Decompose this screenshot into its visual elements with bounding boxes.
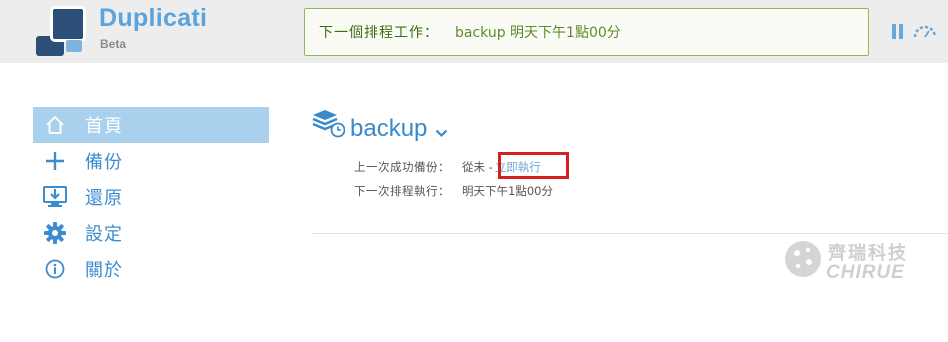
- home-icon: [35, 107, 75, 143]
- app-name: Duplicati: [99, 4, 208, 32]
- next-scheduled-run-row: 下一次排程執行： 明天下午1點00分: [352, 183, 553, 199]
- database-stack-icon: [311, 108, 346, 138]
- sidebar-nav: 首頁 備份 還原 設定 關於: [33, 107, 269, 287]
- sidebar-item-backup[interactable]: 備份: [33, 143, 269, 179]
- last-success-label: 上一次成功備份：: [354, 160, 450, 174]
- top-bar: Duplicati Beta 下一個排程工作： backup 明天下午1點00分: [0, 0, 948, 63]
- backup-job-title[interactable]: backup: [350, 113, 448, 145]
- sidebar-item-label: 備份: [85, 152, 123, 173]
- throttle-gauge-icon[interactable]: [912, 22, 938, 40]
- next-scheduled-task-banner: 下一個排程工作： backup 明天下午1點00分: [304, 8, 869, 56]
- sidebar-item-label: 關於: [85, 260, 123, 281]
- sidebar-item-restore[interactable]: 還原: [33, 179, 269, 215]
- next-run-value: 明天下午1點00分: [462, 184, 553, 198]
- backup-job-name: backup: [350, 115, 428, 142]
- chevron-down-icon: [435, 117, 448, 145]
- duplicati-logo: [36, 6, 88, 56]
- gear-icon: [35, 215, 75, 251]
- sidebar-item-label: 首頁: [85, 116, 123, 137]
- sidebar-item-home[interactable]: 首頁: [33, 107, 269, 143]
- sidebar-item-label: 設定: [85, 224, 123, 245]
- sidebar-item-label: 還原: [85, 188, 123, 209]
- next-task-label: 下一個排程工作：: [319, 25, 439, 41]
- divider: [311, 233, 948, 234]
- plus-icon: [35, 143, 75, 179]
- last-successful-backup-row: 上一次成功備份： 從未 - 立即執行: [352, 159, 541, 175]
- next-run-label: 下一次排程執行：: [354, 184, 450, 198]
- app-subtitle: Beta: [100, 37, 127, 51]
- sidebar-item-settings[interactable]: 設定: [33, 215, 269, 251]
- next-task-value: backup 明天下午1點00分: [455, 25, 621, 41]
- restore-icon: [35, 179, 75, 215]
- pause-icon[interactable]: [892, 24, 904, 40]
- watermark-logo-icon: [785, 241, 821, 277]
- run-now-link[interactable]: 立即執行: [495, 159, 541, 175]
- watermark: 齊瑞科技 CHIRUE: [783, 235, 913, 287]
- last-success-value: 從未 -: [462, 160, 493, 174]
- watermark-en-text: CHIRUE: [826, 262, 905, 283]
- info-icon: [35, 251, 75, 287]
- sidebar-item-about[interactable]: 關於: [33, 251, 269, 287]
